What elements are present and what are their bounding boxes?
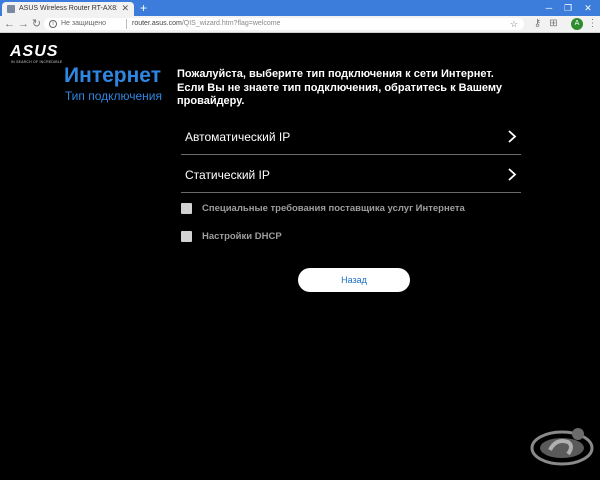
checkbox-label: Настройки DHCP — [202, 231, 282, 242]
close-tab-icon[interactable]: ✕ — [121, 3, 129, 14]
chevron-right-icon — [508, 168, 517, 181]
page-subtitle: Тип подключения — [64, 89, 162, 103]
checkbox-box[interactable] — [181, 203, 192, 214]
close-window-icon[interactable]: ✕ — [580, 1, 596, 15]
back-button[interactable]: Назад — [298, 268, 410, 292]
profile-avatar[interactable]: A — [571, 18, 583, 30]
browser-toolbar: ← → ↻ i Не защищено router.asus.com/QIS_… — [0, 16, 600, 33]
forward-icon[interactable]: → — [17, 17, 30, 31]
info-icon[interactable]: i — [49, 20, 57, 28]
checkbox-label: Специальные требования поставщика услуг … — [202, 203, 465, 214]
instructions-text: Пожалуйста, выберите тип подключения к с… — [177, 68, 502, 107]
url-separator — [126, 19, 127, 29]
logo-word: ASUS — [10, 43, 59, 60]
chevron-right-icon — [508, 130, 517, 143]
checkbox-box[interactable] — [181, 231, 192, 242]
key-icon[interactable]: ⚷ — [531, 17, 544, 31]
favicon-icon — [7, 5, 15, 13]
site-watermark-logo — [530, 428, 594, 466]
tab-title: ASUS Wireless Router RT-AX82U — [19, 5, 117, 12]
option-automatic-ip[interactable]: Автоматический IP — [181, 118, 521, 155]
url-text: router.asus.com/QIS_wizard.htm?flag=welc… — [132, 19, 280, 29]
option-label: Автоматический IP — [185, 130, 291, 144]
menu-kebab-icon[interactable]: ⋮ — [586, 17, 599, 31]
option-static-ip[interactable]: Статический IP — [181, 156, 521, 193]
option-label: Статический IP — [185, 168, 270, 182]
reload-icon[interactable]: ↻ — [30, 17, 43, 31]
url-path: /QIS_wizard.htm?flag=welcome — [181, 20, 281, 27]
page-title: Интернет — [64, 64, 161, 87]
minimize-icon[interactable]: ─ — [541, 1, 557, 15]
bookmark-star-icon[interactable]: ☆ — [510, 18, 518, 30]
maximize-icon[interactable]: ❐ — [560, 1, 576, 15]
browser-tab-strip: ASUS Wireless Router RT-AX82U ✕ + ─ ❐ ✕ — [0, 0, 600, 16]
logo-tagline: IN SEARCH OF INCREDIBLE — [11, 60, 63, 64]
address-bar[interactable]: i Не защищено router.asus.com/QIS_wizard… — [44, 18, 524, 30]
back-icon[interactable]: ← — [3, 17, 16, 31]
new-tab-icon[interactable]: + — [140, 1, 147, 15]
translate-icon[interactable]: ⊞ — [547, 17, 560, 31]
url-host: router.asus.com — [132, 20, 182, 27]
asus-logo: ASUS IN SEARCH OF INCREDIBLE — [10, 43, 70, 66]
browser-tab[interactable]: ASUS Wireless Router RT-AX82U ✕ — [2, 2, 134, 16]
security-status: Не защищено — [61, 20, 106, 27]
router-page: ASUS IN SEARCH OF INCREDIBLE Интернет Ти… — [0, 34, 600, 480]
